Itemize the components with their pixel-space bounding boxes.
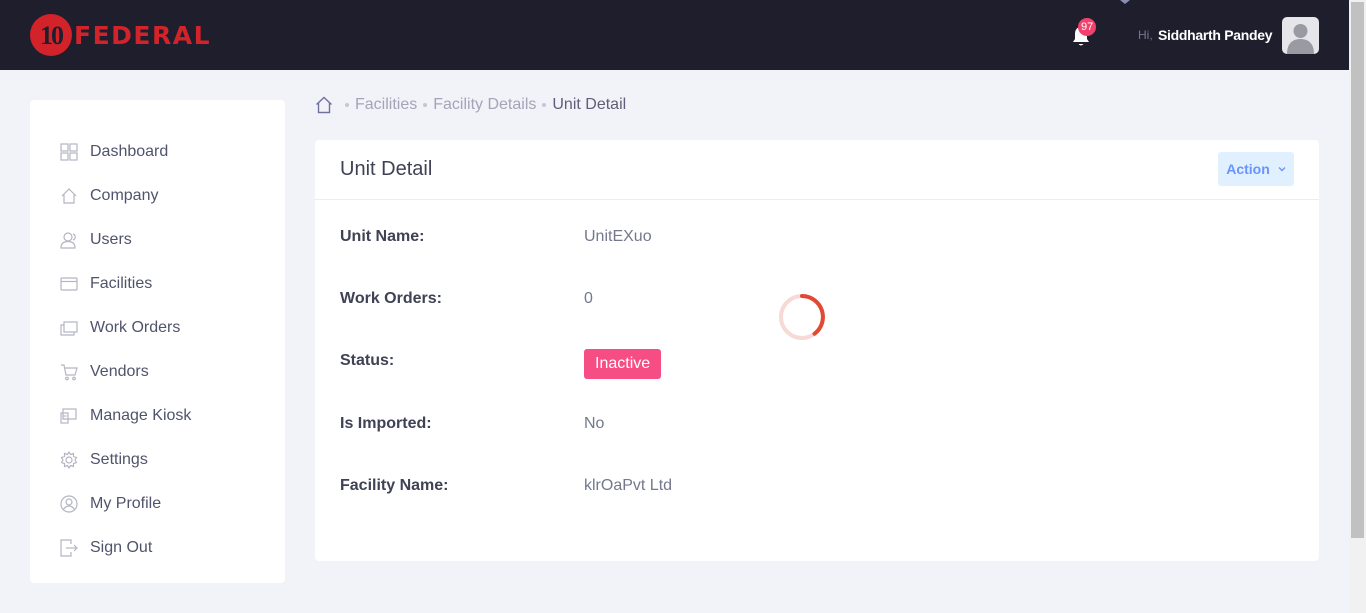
action-label: Action: [1226, 161, 1270, 177]
sidebar-item-label: Users: [90, 231, 132, 248]
breadcrumb-facilities[interactable]: Facilities: [355, 96, 417, 114]
status-label: Status:: [340, 352, 395, 369]
greeting-text: Hi,: [1138, 28, 1153, 42]
home-icon: [61, 188, 77, 204]
action-dropdown-button[interactable]: Action: [1218, 152, 1294, 186]
card-header: Unit Detail Action: [315, 140, 1319, 200]
profile-icon: [60, 495, 78, 513]
dashboard-icon: [60, 143, 78, 161]
sidebar-item-dashboard[interactable]: Dashboard: [60, 140, 168, 164]
sidebar-item-label: Manage Kiosk: [90, 407, 192, 424]
card-title: Unit Detail: [340, 158, 433, 180]
sidebar-item-label: My Profile: [90, 495, 162, 512]
sidebar: Dashboard Company Users Facilities Work …: [30, 100, 285, 583]
caret-down-icon: [1120, 0, 1130, 4]
sidebar-item-work-orders[interactable]: Work Orders: [60, 316, 180, 340]
top-header: 10 FEDERAL 97 Hi, Siddharth Pandey: [0, 0, 1366, 70]
breadcrumb-facility-details[interactable]: Facility Details: [433, 96, 536, 114]
user-silhouette-icon: [1287, 24, 1314, 54]
unit-detail-card: Unit Detail Action Unit Name: UnitEXuo W…: [315, 140, 1319, 561]
avatar[interactable]: [1282, 17, 1319, 54]
kiosk-icon: [60, 408, 77, 424]
sidebar-item-label: Company: [90, 187, 159, 204]
sidebar-item-settings[interactable]: Settings: [60, 448, 148, 472]
facility-name-value: klrOaPvt Ltd: [584, 477, 673, 494]
sign-out-icon: [60, 539, 78, 557]
page-scrollbar-thumb[interactable]: [1351, 2, 1364, 538]
sidebar-item-label: Sign Out: [90, 539, 153, 556]
sidebar-item-label: Facilities: [90, 275, 153, 292]
users-icon: [60, 232, 76, 249]
notification-badge[interactable]: 97: [1078, 18, 1097, 36]
breadcrumb-separator: [542, 103, 547, 107]
breadcrumb-separator: [345, 103, 349, 107]
is-imported-label: Is Imported:: [340, 415, 432, 432]
facilities-icon: [60, 277, 78, 291]
loading-spinner-icon: [779, 294, 825, 340]
logo-text: FEDERAL: [74, 20, 212, 50]
work-orders-value: 0: [584, 290, 593, 307]
is-imported-value: No: [584, 415, 605, 432]
breadcrumb-separator: [423, 103, 428, 107]
sidebar-item-facilities[interactable]: Facilities: [60, 272, 152, 296]
home-icon[interactable]: [315, 96, 333, 114]
sidebar-item-label: Vendors: [90, 363, 149, 380]
logo-emblem: 10: [30, 14, 72, 56]
brand-logo[interactable]: 10 FEDERAL: [30, 14, 211, 56]
status-badge: Inactive: [584, 349, 662, 379]
sidebar-item-my-profile[interactable]: My Profile: [60, 492, 161, 516]
cart-icon: [61, 364, 78, 381]
unit-name-label: Unit Name:: [340, 228, 425, 245]
logo-number: 10: [40, 21, 64, 50]
work-orders-label: Work Orders:: [340, 290, 442, 307]
sidebar-item-company[interactable]: Company: [60, 184, 158, 208]
user-name[interactable]: Siddharth Pandey: [1158, 27, 1273, 43]
sidebar-item-label: Work Orders: [90, 319, 181, 336]
chevron-down-icon: [1278, 167, 1286, 172]
sidebar-item-label: Settings: [90, 451, 148, 468]
sidebar-item-vendors[interactable]: Vendors: [60, 360, 149, 384]
breadcrumb: Facilities Facility Details Unit Detail: [315, 94, 626, 116]
gear-icon: [60, 451, 78, 469]
unit-name-value: UnitEXuo: [584, 228, 652, 245]
work-orders-icon: [60, 321, 78, 336]
breadcrumb-unit-detail: Unit Detail: [552, 96, 627, 113]
facility-name-label: Facility Name:: [340, 477, 449, 494]
sidebar-item-users[interactable]: Users: [60, 228, 132, 252]
sidebar-item-sign-out[interactable]: Sign Out: [60, 536, 152, 560]
sidebar-item-label: Dashboard: [90, 143, 169, 160]
sidebar-item-manage-kiosk[interactable]: Manage Kiosk: [60, 404, 191, 428]
